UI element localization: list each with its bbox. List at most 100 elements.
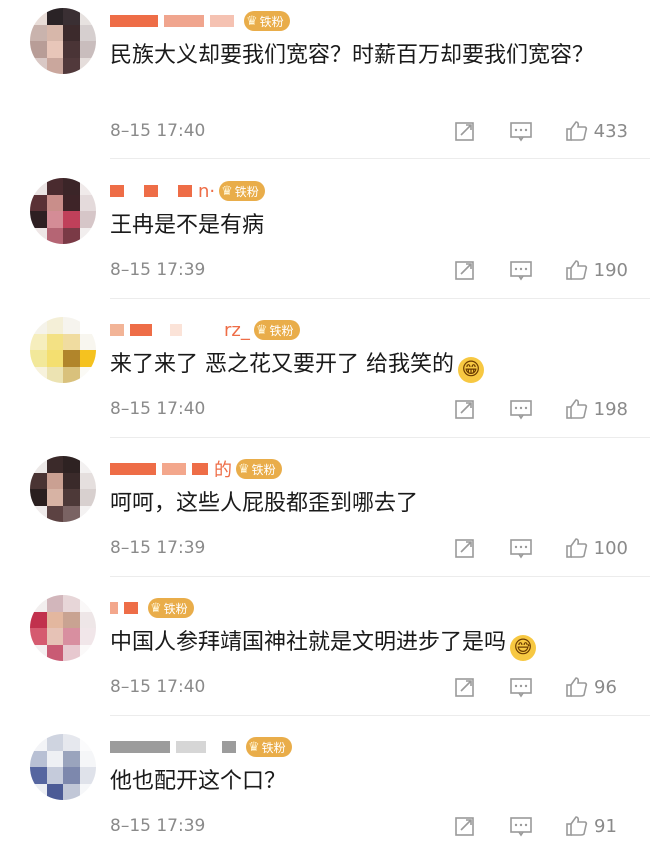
username-text: 的: [214, 460, 232, 481]
comment-icon[interactable]: [509, 120, 532, 142]
username[interactable]: ♛ 铁粉: [110, 595, 194, 621]
comment-text: 他也配开这个口？: [110, 766, 620, 798]
crown-icon: ♛: [221, 183, 233, 199]
like-count: 198: [593, 398, 628, 420]
username[interactable]: ♛ 铁粉: [110, 8, 290, 34]
comment-actions: 8–15 17:39 190: [110, 255, 628, 285]
fan-badge[interactable]: ♛ 铁粉: [246, 737, 292, 757]
badge-label: 铁粉: [234, 184, 259, 199]
blurred-username: [144, 185, 158, 197]
comment-text: 呵呵，这些人屁股都歪到哪去了: [110, 488, 620, 520]
thumbs-up-icon[interactable]: [566, 676, 588, 698]
comment-item: ♛ 铁粉 他也配开这个口？ 8–15 17:39 91: [0, 716, 650, 849]
blurred-username: [110, 324, 124, 336]
sweat-smile-emoji-icon: 😅: [510, 635, 537, 661]
repost-icon[interactable]: [454, 259, 476, 281]
blurred-username: [110, 185, 124, 197]
avatar[interactable]: [30, 317, 96, 383]
comment-text: 来了来了 恶之花又要开了 给我笑的 😁: [110, 349, 620, 383]
crown-icon: ♛: [255, 322, 268, 338]
comment-text: 王冉是不是有病: [110, 210, 620, 242]
comment-item: ♛ 铁粉 中国人参拜靖国神社就是文明进步了是吗 😅 8–15 17:40 96: [0, 577, 650, 716]
like-count: 100: [593, 537, 628, 559]
username[interactable]: 的 ♛ 铁粉: [110, 456, 282, 482]
crown-icon: ♛: [246, 13, 258, 29]
blurred-username: [178, 185, 192, 197]
comment-icon[interactable]: [509, 537, 532, 559]
divider: [110, 158, 650, 159]
blurred-username: [164, 15, 204, 27]
comment-actions: 8–15 17:40 433: [110, 116, 628, 146]
avatar[interactable]: [30, 595, 96, 661]
badge-label: 铁粉: [261, 740, 286, 755]
comment-item: rz_ ♛ 铁粉 来了来了 恶之花又要开了 给我笑的 😁 8–15 17:40 19…: [0, 299, 650, 438]
blurred-username: [170, 324, 182, 336]
blurred-username: [188, 324, 218, 336]
comment-icon[interactable]: [509, 398, 532, 420]
comment-item: ♛ 铁粉 民族大义却要我们宽容？时薪百万却要我们宽容？ 8–15 17:40 43…: [0, 0, 650, 160]
username[interactable]: rz_ ♛ 铁粉: [110, 317, 300, 343]
repost-icon[interactable]: [454, 120, 476, 142]
avatar[interactable]: [30, 8, 96, 74]
repost-icon[interactable]: [454, 537, 476, 559]
avatar[interactable]: [30, 734, 96, 800]
comment-text-content: 民族大义却要我们宽容？时薪百万却要我们宽容？: [110, 43, 595, 68]
avatar[interactable]: [30, 178, 96, 244]
username[interactable]: n· ♛ 铁粉: [110, 178, 265, 204]
like-count: 96: [594, 676, 617, 698]
repost-icon[interactable]: [454, 815, 476, 837]
comment-actions: 8–15 17:40 96: [110, 672, 628, 702]
comment-actions: 8–15 17:40 198: [110, 394, 628, 424]
blurred-username: [110, 741, 170, 753]
thumbs-up-icon[interactable]: [565, 120, 588, 142]
comment-item: 的 ♛ 铁粉 呵呵，这些人屁股都歪到哪去了 8–15 17:39 100: [0, 438, 650, 577]
fan-badge[interactable]: ♛ 铁粉: [236, 459, 282, 479]
badge-label: 铁粉: [269, 323, 294, 338]
fan-badge[interactable]: ♛ 铁粉: [253, 320, 300, 340]
comment-time: 8–15 17:40: [110, 399, 206, 419]
comment-icon[interactable]: [509, 259, 532, 281]
comment-time: 8–15 17:40: [110, 121, 206, 141]
like-count: 190: [593, 259, 628, 281]
blurred-username: [110, 463, 156, 475]
blurred-username: [110, 15, 158, 27]
grinning-emoji-icon: 😁: [458, 357, 484, 383]
comment-item: n· ♛ 铁粉 王冉是不是有病 8–15 17:39 190: [0, 160, 650, 299]
crown-icon: ♛: [238, 461, 250, 477]
crown-icon: ♛: [150, 600, 162, 616]
blurred-username: [110, 602, 118, 614]
thumbs-up-icon[interactable]: [565, 259, 588, 281]
comment-text: 民族大义却要我们宽容？时薪百万却要我们宽容？: [110, 40, 620, 72]
badge-label: 铁粉: [163, 601, 188, 616]
like-count: 91: [594, 815, 617, 837]
comment-text: 中国人参拜靖国神社就是文明进步了是吗 😅: [110, 627, 620, 661]
blurred-username: [130, 324, 152, 336]
repost-icon[interactable]: [454, 676, 476, 698]
blurred-username: [124, 602, 138, 614]
blurred-username: [222, 741, 236, 753]
username-text: rz_: [224, 319, 250, 341]
comment-text-content: 呵呵，这些人屁股都歪到哪去了: [110, 491, 419, 516]
comment-time: 8–15 17:39: [110, 538, 206, 558]
comment-icon[interactable]: [510, 676, 532, 698]
comment-time: 8–15 17:40: [110, 677, 206, 697]
avatar[interactable]: [30, 456, 96, 522]
thumbs-up-icon[interactable]: [566, 815, 588, 837]
fan-badge[interactable]: ♛ 铁粉: [148, 598, 194, 618]
blurred-username: [162, 463, 186, 475]
comment-icon[interactable]: [510, 815, 532, 837]
thumbs-up-icon[interactable]: [565, 537, 588, 559]
fan-badge[interactable]: ♛ 铁粉: [244, 11, 290, 31]
fan-badge[interactable]: ♛ 铁粉: [219, 181, 265, 201]
comment-actions: 8–15 17:39 100: [110, 533, 628, 563]
comment-text-content: 他也配开这个口？: [110, 769, 287, 794]
crown-icon: ♛: [248, 739, 260, 755]
comment-time: 8–15 17:39: [110, 816, 206, 836]
comment-time: 8–15 17:39: [110, 260, 206, 280]
blurred-username: [210, 15, 234, 27]
username-text: n·: [198, 180, 216, 202]
username[interactable]: ♛ 铁粉: [110, 734, 292, 760]
repost-icon[interactable]: [454, 398, 476, 420]
thumbs-up-icon[interactable]: [565, 398, 588, 420]
blurred-username: [192, 463, 208, 475]
